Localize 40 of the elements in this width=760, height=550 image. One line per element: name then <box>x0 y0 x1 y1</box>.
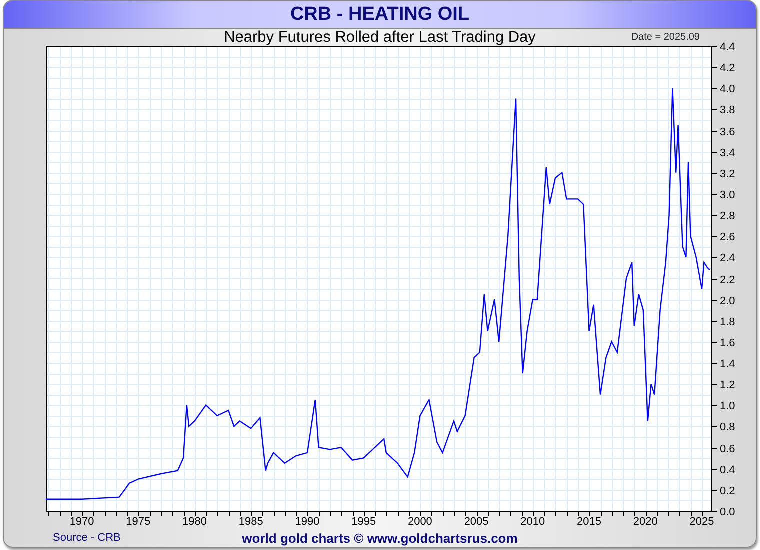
copyright-credit: world gold charts © www.goldchartsrus.com <box>242 530 518 547</box>
chart-title: CRB - HEATING OIL <box>290 3 470 27</box>
y-tick-label: 1.4 <box>720 358 736 370</box>
y-tick-label: 1.8 <box>720 316 736 328</box>
y-tick-label: 2.4 <box>720 252 736 264</box>
x-tick-label: 1980 <box>182 516 208 528</box>
x-tick-label: 1970 <box>70 516 94 528</box>
y-tick-label: 3.4 <box>720 148 736 160</box>
x-tick-label: 2000 <box>408 516 432 528</box>
source-label: Source - CRB <box>53 531 121 546</box>
x-tick-label: 1975 <box>126 516 151 528</box>
chart-subtitle: Nearby Futures Rolled after Last Trading Day <box>224 29 536 46</box>
x-tick-label: 2020 <box>633 516 658 528</box>
x-tick-label: 1995 <box>352 516 376 528</box>
y-tick-label: 2.0 <box>720 296 736 308</box>
x-tick-label: 2015 <box>577 516 602 528</box>
y-tick-label: 2.8 <box>720 210 736 222</box>
date-label: Date = 2025.09 <box>631 32 700 44</box>
y-tick-label: 0.0 <box>720 506 736 518</box>
x-tick-label: 1990 <box>295 516 320 528</box>
x-tick-label: 2025 <box>690 516 714 528</box>
y-tick-label: 3.6 <box>720 126 736 138</box>
y-tick-label: 4.2 <box>720 62 736 74</box>
x-tick-label: 2005 <box>464 516 489 528</box>
y-tick-label: 1.0 <box>720 400 736 412</box>
y-tick-label: 1.2 <box>720 380 736 392</box>
y-tick-label: 0.2 <box>720 486 736 498</box>
y-tick-label: 2.6 <box>720 232 736 244</box>
x-tick-label: 2010 <box>520 516 546 528</box>
y-tick-label: 3.8 <box>720 104 736 116</box>
y-tick-label: 1.6 <box>720 338 736 350</box>
y-tick-label: 0.8 <box>720 422 736 434</box>
y-tick-label: 4.0 <box>720 84 736 96</box>
y-tick-label: 0.6 <box>720 444 736 456</box>
y-tick-label: 4.4 <box>720 42 736 54</box>
y-tick-label: 3.0 <box>720 190 736 202</box>
y-tick-label: 2.2 <box>720 274 736 286</box>
x-tick-label: 1985 <box>238 516 264 528</box>
y-tick-label: 3.2 <box>720 168 736 180</box>
y-tick-label: 0.4 <box>720 464 736 476</box>
